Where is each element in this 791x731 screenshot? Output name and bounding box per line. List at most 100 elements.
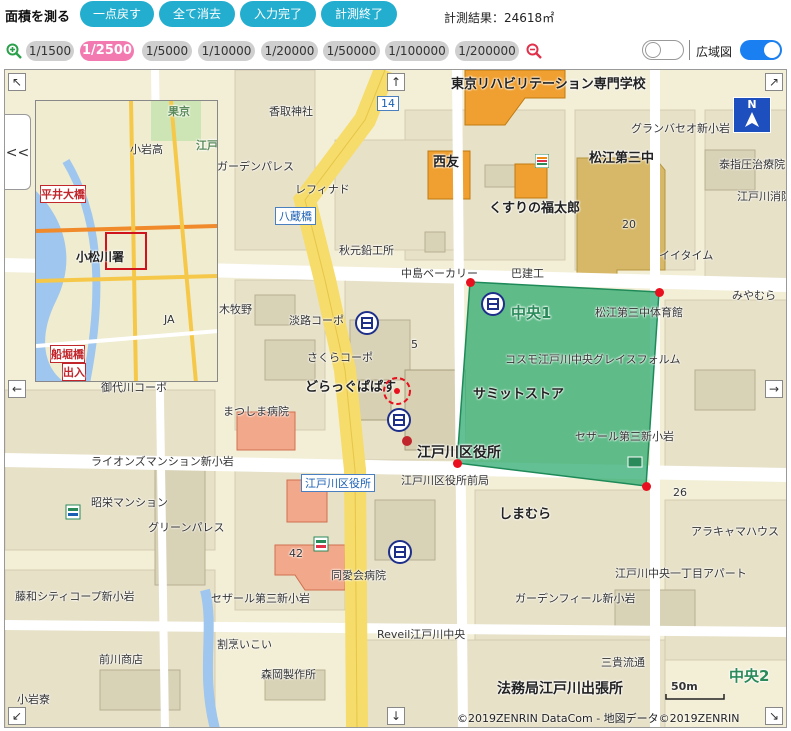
map-label: くすりの福太郎	[489, 201, 581, 216]
measure-result: 計測結果：24618㎡	[444, 9, 554, 26]
map-label: まつしま病院	[223, 405, 289, 418]
scale-10000[interactable]: 1/10000	[198, 41, 255, 61]
scale-2500[interactable]: 1/2500	[80, 41, 134, 61]
overview-inset-map[interactable]: 果京 江戸 小岩高 平井大橋 小松川署 JA 船堀橋 出入	[35, 100, 218, 382]
finish-input-button[interactable]: 入力完了	[240, 1, 316, 27]
map-label: セザール第三新小岩	[575, 430, 674, 443]
map-label: 中島ベーカリー	[401, 267, 478, 280]
map-label: 中央2	[729, 667, 770, 685]
store-icon	[627, 456, 643, 468]
map-label: 42	[289, 547, 303, 560]
toggle-knob	[764, 42, 780, 58]
inset-label: 平井大橋	[40, 185, 86, 203]
map-copyright: ©2019ZENRIN DataCom - 地図データ©2019ZENRIN	[457, 712, 740, 725]
map-label: みやむら	[732, 289, 776, 302]
convenience-store-icon	[65, 504, 81, 520]
pan-up-right-button[interactable]: ↗	[765, 73, 783, 91]
scale-50000[interactable]: 1/50000	[323, 41, 380, 61]
map-label: 松江第三中	[589, 151, 655, 166]
map-label: 20	[622, 218, 636, 231]
train-station-icon[interactable]	[481, 292, 505, 316]
result-value: 24618㎡	[504, 11, 555, 25]
pan-left-button[interactable]: ←	[8, 380, 26, 398]
wide-map-label: 広域図	[696, 45, 733, 59]
current-location-icon[interactable]	[381, 375, 413, 407]
map-label: 泰指圧治療院	[719, 158, 785, 171]
tool-title: 面積を測る	[5, 10, 71, 25]
inset-label: 小岩高	[130, 143, 163, 156]
pan-down-right-button[interactable]: ↘	[765, 707, 783, 725]
train-station-icon[interactable]	[355, 311, 379, 335]
map-label: 割烹いこい	[217, 638, 272, 651]
north-arrow-icon	[745, 112, 759, 127]
convenience-store-icon	[313, 536, 329, 552]
inset-label: 船堀橋	[50, 345, 85, 363]
map-label: アラキャマハウス	[691, 525, 779, 538]
map-label: 5	[411, 338, 418, 351]
map-label: ガーデンフィール新小岩	[515, 592, 636, 605]
map-label: 松江第三中体育館	[595, 306, 683, 319]
pan-right-button[interactable]: →	[765, 380, 783, 398]
inset-label: 果京	[168, 105, 190, 118]
scale-text: 50m	[671, 680, 698, 693]
polygon-vertex[interactable]	[655, 288, 664, 297]
map-label: Reveil江戸川中央	[377, 628, 466, 641]
display-toggle[interactable]	[642, 40, 684, 60]
map-label: 小岩寮	[17, 693, 50, 706]
map-label: 香取神社	[269, 105, 313, 118]
map-label: しまむら	[499, 507, 552, 522]
toggle-knob	[645, 42, 661, 58]
scale-5000[interactable]: 1/5000	[142, 41, 192, 61]
map-label: 八蔵橋	[275, 207, 316, 225]
map-label: 森岡製作所	[261, 668, 316, 681]
train-station-icon[interactable]	[387, 408, 411, 432]
inset-base-layer	[36, 101, 217, 381]
polygon-vertex[interactable]	[642, 482, 651, 491]
scale-bar: 1/1500 1/2500 1/5000 1/10000 1/20000 1/5…	[0, 38, 791, 66]
map-scale-indicator: 50m	[665, 680, 725, 700]
clear-all-button[interactable]: 全て消去	[159, 1, 235, 27]
map-label: イイタイム	[659, 249, 714, 262]
inset-label: 江戸	[196, 139, 218, 152]
map-label: 江戸川区役所	[301, 474, 375, 492]
inset-label: 出入	[62, 363, 86, 381]
map-label: さくらコーポ	[307, 351, 373, 364]
map-label: 江戸川区役所前局	[401, 474, 489, 487]
scale-20000[interactable]: 1/20000	[261, 41, 318, 61]
measure-toolbar: 面積を測る 一点戻す 全て消去 入力完了 計測終了 計測結果：24618㎡	[0, 0, 791, 32]
scale-200000[interactable]: 1/200000	[455, 41, 519, 61]
result-label: 計測結果：	[444, 11, 505, 25]
inset-label: JA	[164, 313, 175, 326]
map-canvas[interactable]: 東京リハビリテーション専門学校 グランバセオ新小岩 泰指圧治療院 江戸川消防 西…	[4, 69, 787, 728]
pan-up-button[interactable]: ↑	[387, 73, 405, 91]
map-label: サミットストア	[473, 387, 565, 402]
seven-eleven-icon	[535, 154, 549, 168]
pan-up-left-button[interactable]: ↖	[8, 73, 26, 91]
end-measure-button[interactable]: 計測終了	[321, 1, 397, 27]
undo-point-button[interactable]: 一点戻す	[80, 1, 154, 27]
scale-100000[interactable]: 1/100000	[385, 41, 449, 61]
map-label: 西友	[433, 155, 460, 170]
train-station-icon[interactable]	[388, 540, 412, 564]
scale-1500[interactable]: 1/1500	[26, 41, 74, 61]
pan-down-button[interactable]: ↓	[387, 707, 405, 725]
route-shield: 14	[377, 96, 399, 111]
map-label: 江戸川消防	[737, 190, 787, 203]
collapse-inset-button[interactable]: <<	[5, 114, 31, 190]
map-label: 秋元鉛工所	[339, 244, 394, 257]
wide-map-toggle[interactable]	[740, 40, 782, 60]
government-office-icon	[402, 436, 412, 446]
map-label: 木牧野	[219, 303, 252, 316]
map-label: グリーンパレス	[148, 521, 225, 534]
map-label: グランバセオ新小岩	[631, 122, 730, 135]
zoom-out-icon[interactable]	[526, 43, 542, 59]
north-label: N	[747, 98, 757, 111]
map-label: 法務局江戸川出張所	[497, 681, 623, 697]
map-label: レフィナド	[295, 183, 350, 196]
pan-down-left-button[interactable]: ↙	[8, 707, 26, 725]
map-label: 昭栄マンション	[91, 496, 168, 509]
map-label: 三貴流通	[601, 656, 645, 669]
map-label: セザール第三新小岩	[211, 592, 310, 605]
map-label: コスモ江戸川中央グレイスフォルム	[505, 353, 681, 366]
zoom-in-icon[interactable]	[6, 43, 22, 59]
